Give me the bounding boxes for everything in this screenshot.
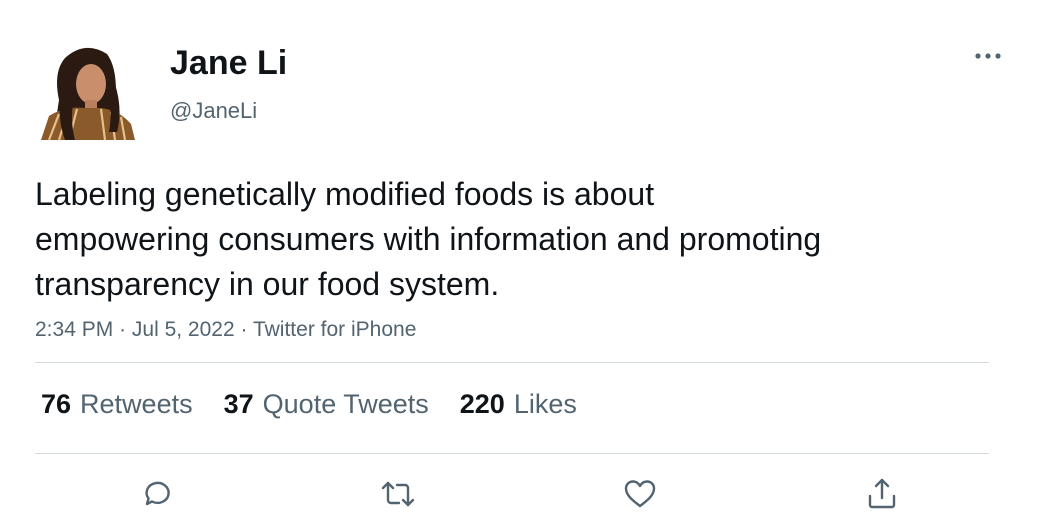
quote-tweets-count: 37 bbox=[223, 389, 254, 419]
share-icon bbox=[868, 478, 896, 509]
heart-icon bbox=[624, 480, 656, 508]
retweets-label: Retweets bbox=[80, 389, 193, 419]
avatar[interactable] bbox=[35, 40, 135, 140]
like-button[interactable] bbox=[620, 474, 660, 514]
reply-button[interactable] bbox=[136, 474, 176, 514]
quote-tweets-label: Quote Tweets bbox=[262, 389, 429, 419]
retweets-stat[interactable]: 76 Retweets bbox=[41, 386, 193, 422]
meta-separator: · bbox=[119, 318, 127, 341]
tweet-time[interactable]: 2:34 PM bbox=[35, 318, 113, 341]
retweets-count: 76 bbox=[41, 389, 72, 419]
more-options-button[interactable] bbox=[968, 40, 1008, 70]
tweet-meta: 2:34 PM · Jul 5, 2022 · Twitter for iPho… bbox=[35, 316, 416, 344]
tweet-text: Labeling genetically modified foods is a… bbox=[35, 176, 822, 302]
divider bbox=[35, 453, 989, 454]
tweet-source[interactable]: Twitter for iPhone bbox=[253, 318, 416, 341]
more-horizontal-icon bbox=[975, 53, 1001, 59]
meta-separator: · bbox=[240, 318, 248, 341]
retweet-button[interactable] bbox=[378, 474, 418, 514]
retweet-icon bbox=[381, 481, 415, 507]
author-display-name[interactable]: Jane Li bbox=[170, 42, 287, 84]
author-handle[interactable]: @JaneLi bbox=[170, 97, 257, 125]
tweet-stats: 76 Retweets 37 Quote Tweets 220 Likes bbox=[41, 386, 608, 422]
reply-icon bbox=[145, 481, 170, 506]
likes-count: 220 bbox=[459, 389, 505, 419]
divider bbox=[35, 362, 989, 363]
quote-tweets-stat[interactable]: 37 Quote Tweets bbox=[224, 386, 429, 422]
likes-label: Likes bbox=[513, 389, 577, 419]
likes-stat[interactable]: 220 Likes bbox=[460, 386, 577, 422]
share-button[interactable] bbox=[862, 474, 902, 514]
tweet-date[interactable]: Jul 5, 2022 bbox=[132, 318, 235, 341]
avatar-image bbox=[35, 40, 135, 140]
